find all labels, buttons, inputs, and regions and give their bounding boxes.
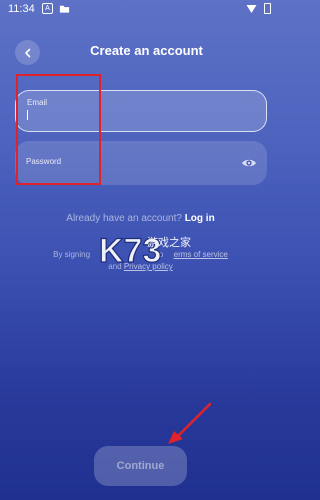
annotation-arrow-icon	[168, 402, 212, 444]
k73-watermark-logo: K73 游戏之家	[99, 231, 191, 270]
terms-prefix: By signing	[53, 250, 91, 259]
login-prompt: Already have an account? Log in	[0, 213, 281, 224]
status-bar: 11:34 A	[0, 0, 281, 20]
login-prompt-text: Already have an account?	[66, 213, 182, 224]
continue-button[interactable]: Continue	[94, 446, 187, 486]
notification-a-icon: A	[42, 3, 53, 14]
page-title: Create an account	[90, 43, 203, 58]
login-link[interactable]: Log in	[185, 213, 215, 224]
battery-icon	[264, 3, 271, 14]
watermark-sub: 游戏之家	[147, 235, 191, 249]
highlight-annotation	[16, 74, 101, 185]
eye-icon[interactable]	[241, 155, 257, 171]
signal-icon	[246, 5, 257, 13]
notification-folder-icon	[59, 5, 70, 13]
status-time: 11:34	[8, 3, 35, 15]
